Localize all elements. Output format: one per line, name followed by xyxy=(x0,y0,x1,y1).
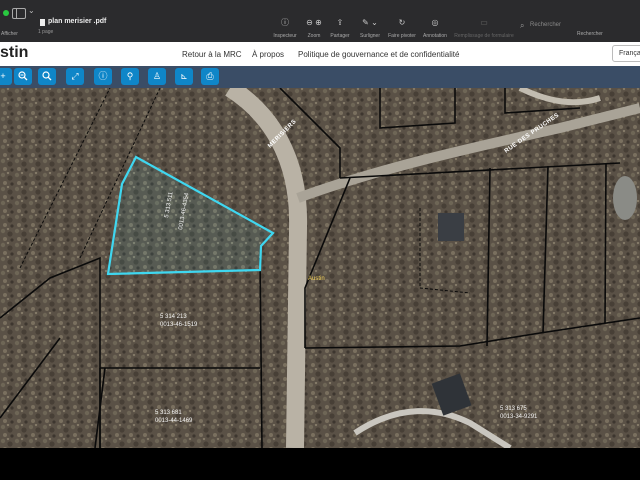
zoom-out-button[interactable] xyxy=(14,68,32,85)
site-brand[interactable]: stin xyxy=(0,44,28,62)
inspector-button[interactable]: ⓘ Inspecteur xyxy=(272,18,298,40)
search-input[interactable]: Rechercher xyxy=(530,22,561,28)
annotation-button[interactable]: ◎ Annotation xyxy=(421,18,449,40)
share-icon: ⇪ xyxy=(336,18,344,27)
full-extent-button[interactable]: ⤢ xyxy=(66,68,84,85)
nav-link-politique[interactable]: Politique de gouvernance et de confident… xyxy=(298,50,459,59)
zoom-in-button[interactable]: + xyxy=(0,68,12,85)
highlight-icon: ✎ ⌄ xyxy=(362,18,378,27)
rotate-icon: ↻ xyxy=(398,18,406,27)
window-zoom-button[interactable] xyxy=(3,10,9,16)
lot-number-label: 5 314 213 xyxy=(160,314,187,320)
lot-number-label: 5 313 675 xyxy=(500,406,527,412)
document-title: plan merisier .pdf xyxy=(48,18,107,25)
search-icon: ⌕ xyxy=(520,21,525,30)
forest-background xyxy=(0,88,640,448)
search-label: Rechercher xyxy=(577,31,603,37)
house-roof xyxy=(438,213,464,241)
street-view-icon: ♙ xyxy=(152,71,162,81)
street-view-button[interactable]: ♙ xyxy=(148,68,166,85)
aerial-map[interactable]: MERISIERS RUE DES PRUCHES Austin 5 313 5… xyxy=(0,88,640,448)
info-icon: ⓘ xyxy=(281,18,289,27)
clearing xyxy=(613,176,637,220)
identify-icon: ⓘ xyxy=(98,71,108,81)
zoom-icon xyxy=(42,71,52,81)
language-select[interactable]: Françai xyxy=(612,45,640,62)
location-pin-icon: ⚲ xyxy=(126,71,134,81)
print-button[interactable]: ⎙ xyxy=(201,68,219,85)
form-fill-button[interactable]: ▭ Remplissage de formulaire xyxy=(452,18,516,40)
site-navbar: stin Retour à la MRC À propos Politique … xyxy=(0,42,640,67)
nav-link-a-propos[interactable]: À propos xyxy=(252,50,284,59)
sidebar-label: Afficher xyxy=(1,31,18,37)
annotation-icon: ◎ xyxy=(431,18,439,27)
map-view[interactable]: MERISIERS RUE DES PRUCHES Austin 5 313 5… xyxy=(0,88,640,448)
chevron-down-icon[interactable]: ⌄ xyxy=(28,6,35,15)
map-toolbar: + ⤢ ⓘ ⚲ ♙ ⊾ ⎙ xyxy=(0,66,640,88)
highlight-button[interactable]: ✎ ⌄ Surligner xyxy=(357,18,383,40)
zoom-out-icon xyxy=(18,71,28,81)
share-button[interactable]: ⇪ Partager xyxy=(328,18,352,40)
lot-matricule-label: 0013-44-1469 xyxy=(155,418,193,424)
full-extent-icon: ⤢ xyxy=(71,71,79,81)
sidebar-toggle-icon[interactable] xyxy=(12,8,26,19)
lot-number-label: 5 313 681 xyxy=(155,410,182,416)
rotate-button[interactable]: ↻ Faire pivoter xyxy=(386,18,418,40)
measure-button[interactable]: ⊾ xyxy=(175,68,193,85)
location-button[interactable]: ⚲ xyxy=(121,68,139,85)
document-page-count: 1 page xyxy=(38,29,54,35)
measure-icon: ⊾ xyxy=(180,71,188,81)
print-icon: ⎙ xyxy=(206,71,214,81)
viewer-toolbar: ⌄ Afficher plan merisier .pdf 1 page ⓘ I… xyxy=(0,0,640,42)
identify-button[interactable]: ⓘ xyxy=(94,68,112,85)
form-fill-icon: ▭ xyxy=(480,18,488,27)
zoom-button[interactable] xyxy=(38,68,56,85)
zoom-button[interactable]: ⊖ ⊕ Zoom xyxy=(304,18,324,40)
window-bottom-area xyxy=(0,448,640,480)
place-label-austin: Austin xyxy=(308,276,325,282)
lot-matricule-label: 0013-46-1519 xyxy=(160,322,198,328)
nav-link-retour-mrc[interactable]: Retour à la MRC xyxy=(182,50,242,59)
zoom-icon: ⊖ ⊕ xyxy=(306,18,322,27)
lot-matricule-label: 0013-34-9291 xyxy=(500,414,538,420)
document-icon xyxy=(40,19,45,26)
zoom-in-icon: + xyxy=(0,71,6,81)
